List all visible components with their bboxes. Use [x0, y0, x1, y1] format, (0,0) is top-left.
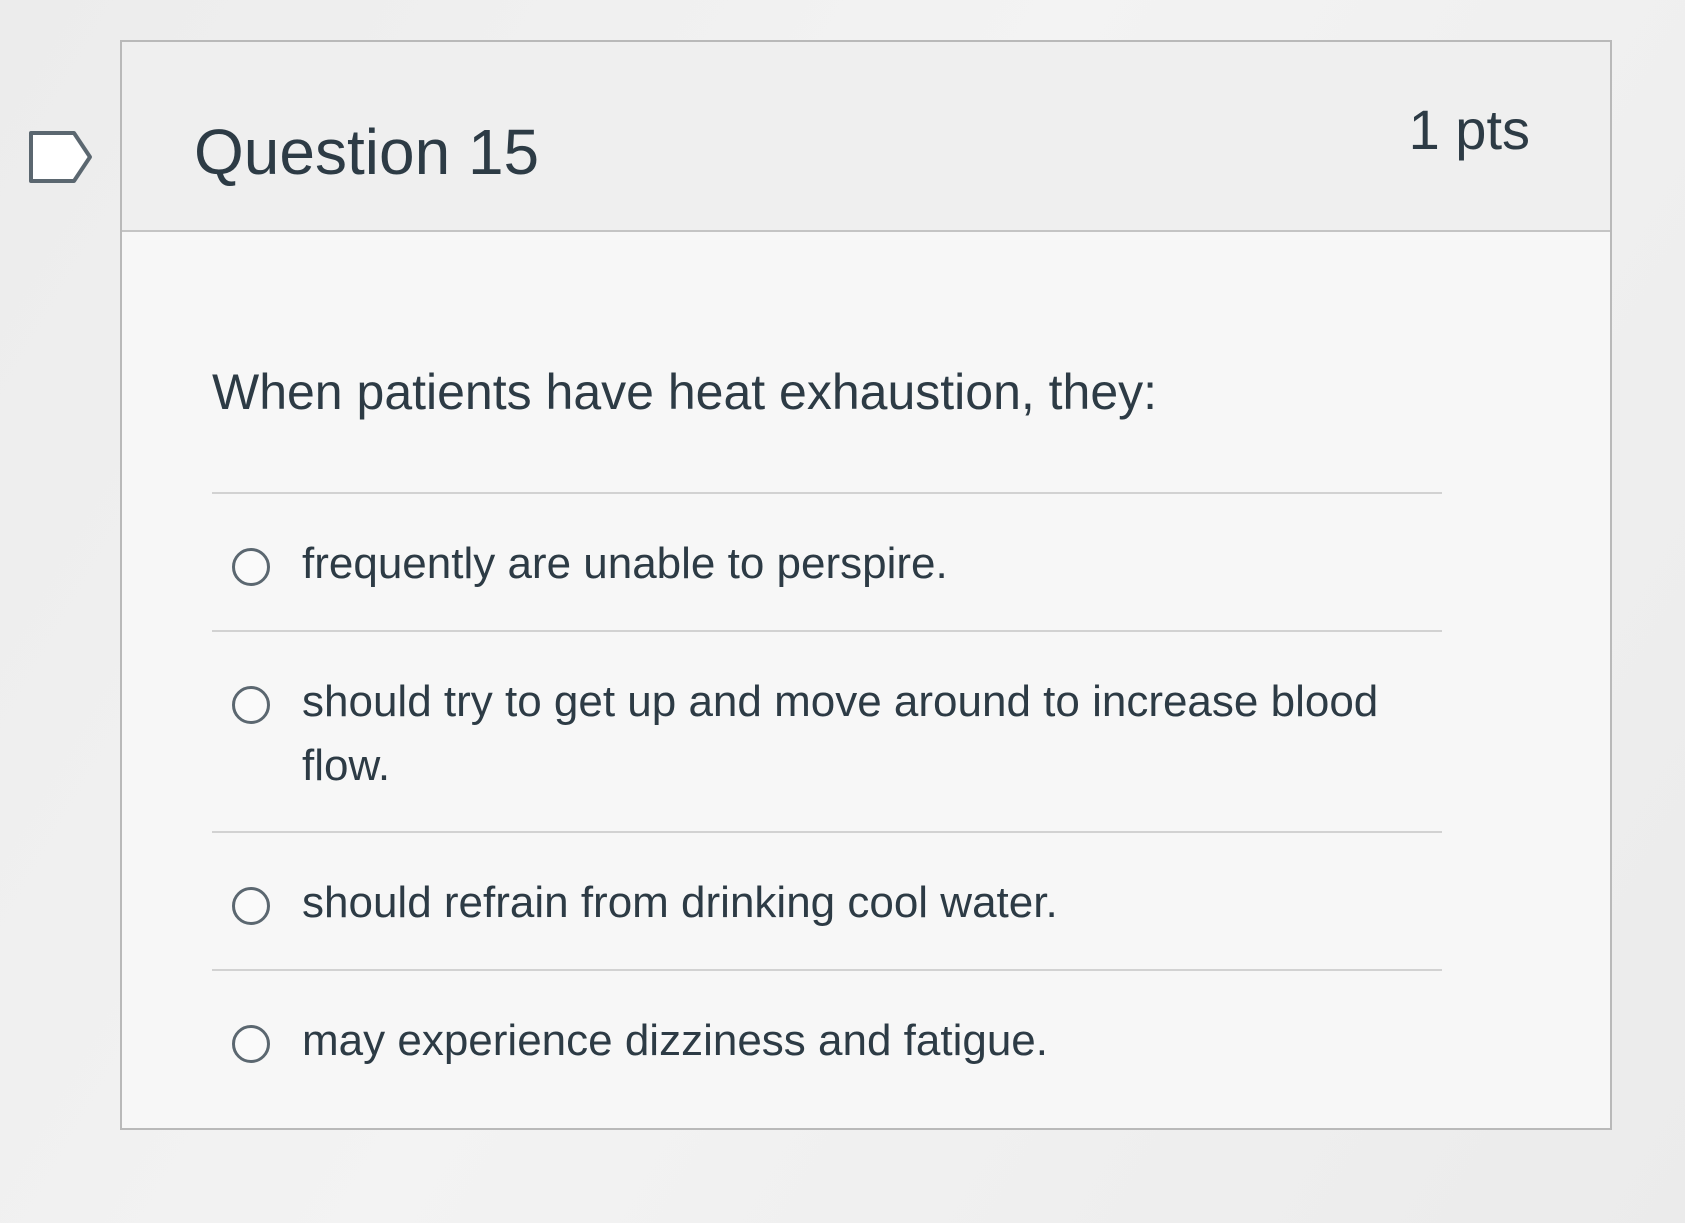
radio-unselected-icon[interactable] [232, 1025, 270, 1064]
radio-unselected-icon[interactable] [232, 685, 270, 724]
answer-label: frequently are unable to perspire. [302, 539, 948, 588]
answer-label: should refrain from drinking cool water. [302, 878, 1058, 928]
answer-list: frequently are unable to perspire. shoul… [212, 492, 1442, 1107]
answer-option-3[interactable]: should refrain from drinking cool water. [212, 831, 1442, 969]
radio-unselected-icon[interactable] [232, 887, 270, 926]
answer-option-1[interactable]: frequently are unable to perspire. [212, 492, 1442, 630]
flag-question-icon[interactable] [28, 130, 94, 184]
question-title: Question 15 [194, 116, 540, 188]
answer-label: should try to get up and move around to … [302, 676, 1379, 790]
question-text: When patients have heat exhaustion, they… [212, 364, 1158, 420]
question-card: Question 15 1 pts When patients have hea… [120, 40, 1612, 1130]
answer-label: may experience dizziness and fatigue. [302, 1016, 1048, 1066]
question-points: 1 pts [1408, 98, 1530, 161]
answer-option-4[interactable]: may experience dizziness and fatigue. [212, 969, 1442, 1107]
answer-option-2[interactable]: should try to get up and move around to … [212, 629, 1442, 832]
question-header: Question 15 1 pts [122, 42, 1610, 232]
radio-unselected-icon[interactable] [232, 548, 270, 586]
